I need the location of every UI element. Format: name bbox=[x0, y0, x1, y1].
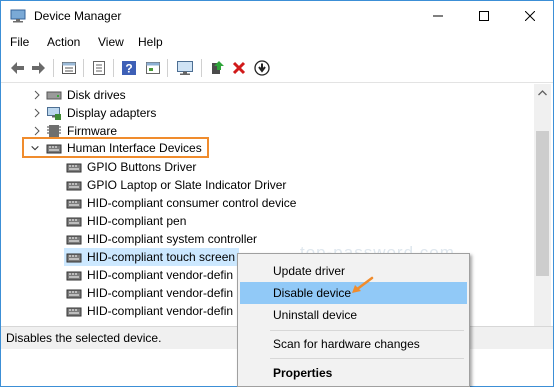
disk-drive-icon bbox=[46, 91, 62, 100]
back-icon bbox=[11, 62, 24, 74]
toolbar: ? bbox=[1, 54, 553, 83]
menu-item-scan-hardware[interactable]: Scan for hardware changes bbox=[240, 333, 467, 355]
forward-icon bbox=[32, 62, 45, 74]
tree-child-label: HID-compliant vendor-defin bbox=[87, 304, 234, 318]
tree-child-label: GPIO Laptop or Slate Indicator Driver bbox=[87, 178, 287, 192]
tree-item-human-interface-devices[interactable]: Human Interface Devices bbox=[2, 139, 534, 157]
uninstall-icon bbox=[232, 61, 246, 75]
hid-device-icon bbox=[66, 271, 82, 281]
hid-icon bbox=[46, 144, 62, 154]
svg-text:?: ? bbox=[125, 62, 132, 76]
window-title: Device Manager bbox=[34, 9, 122, 23]
maximize-button[interactable] bbox=[461, 1, 507, 31]
context-menu: Update driver Disable device Uninstall d… bbox=[237, 253, 470, 387]
tree-child-item[interactable]: GPIO Laptop or Slate Indicator Driver bbox=[2, 176, 534, 194]
chevron-up-icon bbox=[538, 89, 547, 95]
tree-child-label: HID-compliant touch screen bbox=[87, 250, 236, 264]
menu-bar: File Action View Help bbox=[1, 32, 553, 52]
minimize-icon bbox=[433, 15, 443, 17]
tree-child-label: HID-compliant pen bbox=[87, 214, 187, 228]
forward-button[interactable] bbox=[29, 58, 49, 78]
chevron-right-icon[interactable] bbox=[32, 107, 42, 119]
tree-child-item[interactable]: HID-compliant pen bbox=[2, 212, 534, 230]
properties-icon bbox=[62, 62, 76, 74]
vertical-scrollbar[interactable] bbox=[534, 84, 551, 326]
hid-device-icon bbox=[66, 307, 82, 317]
menu-item-properties[interactable]: Properties bbox=[240, 362, 467, 384]
chevron-right-icon[interactable] bbox=[32, 125, 42, 137]
tree-child-item[interactable]: HID-compliant consumer control device bbox=[2, 194, 534, 212]
close-icon bbox=[525, 11, 535, 21]
menu-separator bbox=[270, 358, 464, 359]
pointer-arrow-icon bbox=[352, 276, 374, 293]
maximize-icon bbox=[479, 11, 489, 21]
menu-view[interactable]: View bbox=[98, 35, 124, 49]
hid-device-icon bbox=[66, 181, 82, 191]
help-button[interactable]: ? bbox=[119, 58, 139, 78]
menu-item-label: Scan for hardware changes bbox=[273, 337, 420, 351]
tree-child-label: HID-compliant system controller bbox=[87, 232, 258, 246]
monitor-icon bbox=[177, 61, 193, 75]
chevron-down-icon[interactable] bbox=[30, 142, 40, 154]
help-icon: ? bbox=[122, 61, 136, 76]
menu-separator bbox=[270, 330, 464, 331]
menu-item-label: Update driver bbox=[273, 264, 346, 278]
tree-child-label: GPIO Buttons Driver bbox=[87, 160, 197, 174]
tree-child-label: HID-compliant vendor-defin bbox=[87, 286, 234, 300]
tree-child-label: HID-compliant vendor-defin bbox=[87, 268, 234, 282]
disable-button[interactable] bbox=[252, 58, 272, 78]
disable-icon bbox=[254, 60, 270, 76]
hid-device-icon bbox=[66, 289, 82, 299]
update-driver-button[interactable] bbox=[207, 58, 227, 78]
list-icon bbox=[93, 61, 105, 75]
hid-device-icon bbox=[66, 199, 82, 209]
scroll-up-button[interactable] bbox=[534, 84, 551, 101]
menu-item-label: Uninstall device bbox=[273, 308, 358, 322]
scan-hardware-button[interactable] bbox=[175, 58, 195, 78]
tree-item-label: Firmware bbox=[67, 124, 117, 138]
hid-device-icon bbox=[66, 235, 82, 245]
list-view-button[interactable] bbox=[89, 58, 109, 78]
tree-item-disk-drives[interactable]: Disk drives bbox=[2, 86, 534, 104]
chevron-right-icon[interactable] bbox=[32, 89, 42, 101]
device-manager-app-icon bbox=[10, 9, 26, 23]
hid-device-icon bbox=[66, 217, 82, 227]
title-bar[interactable]: Device Manager bbox=[1, 1, 553, 31]
hid-device-icon bbox=[66, 163, 82, 173]
tree-child-label: HID-compliant consumer control device bbox=[87, 196, 297, 210]
display-adapter-icon bbox=[47, 107, 61, 120]
properties-button[interactable] bbox=[59, 58, 79, 78]
menu-help[interactable]: Help bbox=[138, 35, 163, 49]
uninstall-button[interactable] bbox=[229, 58, 249, 78]
menu-file[interactable]: File bbox=[10, 35, 29, 49]
tree-item-display-adapters[interactable]: Display adapters bbox=[2, 104, 534, 122]
minimize-button[interactable] bbox=[415, 1, 461, 31]
tree-child-item[interactable]: GPIO Buttons Driver bbox=[2, 158, 534, 176]
hid-device-icon bbox=[66, 253, 82, 263]
menu-item-label: Disable device bbox=[273, 286, 352, 300]
update-driver-icon bbox=[212, 61, 224, 74]
show-hidden-button[interactable] bbox=[143, 58, 163, 78]
back-button[interactable] bbox=[7, 58, 27, 78]
status-text: Disables the selected device. bbox=[6, 331, 162, 345]
show-hidden-icon bbox=[146, 62, 160, 74]
menu-item-uninstall-device[interactable]: Uninstall device bbox=[240, 304, 467, 326]
menu-action[interactable]: Action bbox=[47, 35, 80, 49]
scroll-thumb[interactable] bbox=[536, 131, 549, 276]
tree-item-label: Disk drives bbox=[67, 88, 126, 102]
tree-item-label: Human Interface Devices bbox=[67, 141, 202, 155]
menu-item-label: Properties bbox=[273, 366, 333, 380]
tree-item-label: Display adapters bbox=[67, 106, 157, 120]
close-button[interactable] bbox=[507, 1, 553, 31]
